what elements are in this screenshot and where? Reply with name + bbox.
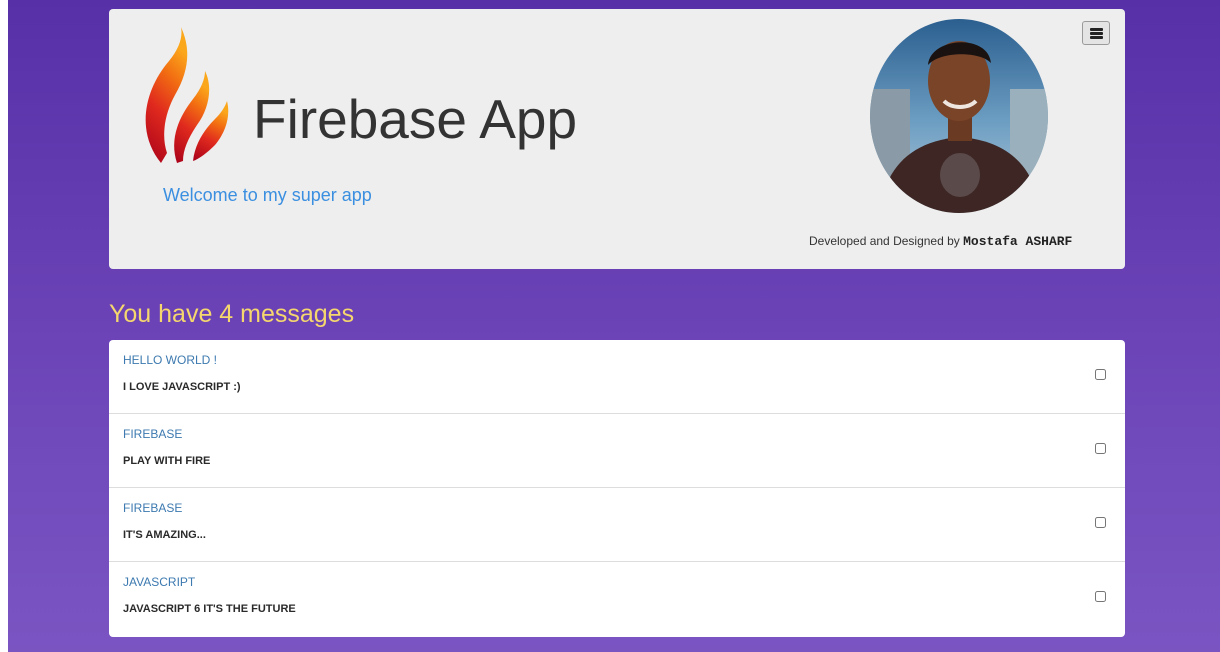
flame-logo-icon [145, 27, 229, 163]
credit-prefix: Developed and Designed by [809, 234, 960, 248]
message-title: FIREBASE [123, 427, 183, 441]
hamburger-menu-button[interactable] [1082, 21, 1110, 45]
message-item: HELLO WORLD ! I LOVE JAVASCRIPT :) [109, 340, 1125, 414]
message-checkbox[interactable] [1095, 369, 1106, 380]
message-body: PLAY WITH FIRE [123, 455, 211, 467]
message-item: FIREBASE PLAY WITH FIRE [109, 414, 1125, 488]
message-body: JAVASCRIPT 6 IT'S THE FUTURE [123, 603, 296, 615]
message-item: JAVASCRIPT JAVASCRIPT 6 IT'S THE FUTURE [109, 562, 1125, 636]
hamburger-menu-icon [1090, 28, 1103, 31]
header-jumbotron: Firebase App Welcome to my super app Dev… [109, 9, 1125, 269]
message-title: FIREBASE [123, 501, 183, 515]
hamburger-menu-icon-line [1090, 36, 1103, 39]
message-item: FIREBASE IT'S AMAZING... [109, 488, 1125, 562]
message-title: HELLO WORLD ! [123, 353, 218, 367]
left-edge-strip [0, 0, 8, 652]
message-checkbox[interactable] [1095, 517, 1106, 528]
message-checkbox[interactable] [1095, 591, 1106, 602]
message-checkbox[interactable] [1095, 443, 1106, 454]
messages-count-heading: You have 4 messages [109, 300, 355, 328]
app-title: Firebase App [253, 88, 578, 150]
hamburger-menu-icon-line [1090, 32, 1103, 35]
developer-avatar [870, 19, 1048, 213]
credit-name: Mostafa ASHARF [963, 234, 1073, 249]
message-body: IT'S AMAZING... [123, 529, 206, 541]
message-list: HELLO WORLD ! I LOVE JAVASCRIPT :) FIREB… [109, 340, 1125, 637]
developer-credit: Developed and Designed by Mostafa ASHARF [809, 234, 1072, 249]
welcome-subtitle: Welcome to my super app [163, 185, 372, 205]
message-title: JAVASCRIPT [123, 575, 196, 589]
message-body: I LOVE JAVASCRIPT :) [123, 381, 241, 393]
